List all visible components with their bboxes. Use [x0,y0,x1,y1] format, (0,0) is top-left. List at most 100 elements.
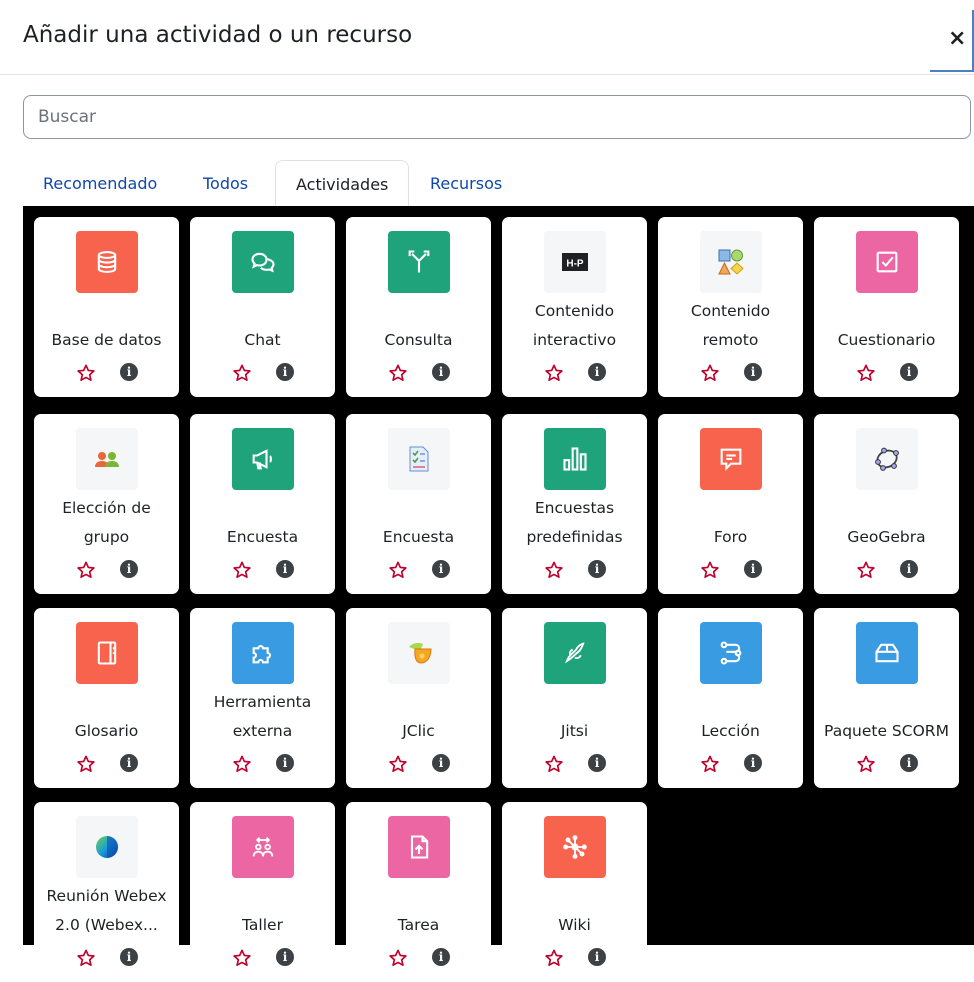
star-icon[interactable] [856,363,876,383]
activity-card[interactable]: H-P Contenido interactivo i [502,217,647,397]
info-icon[interactable]: i [432,363,450,381]
activity-card[interactable]: Elección de grupo i [34,414,179,594]
activity-card[interactable]: Wiki i [502,802,647,982]
info-icon[interactable]: i [276,560,294,578]
shapes-icon[interactable] [700,231,762,293]
star-icon[interactable] [544,754,564,774]
activity-card[interactable]: Taller i [190,802,335,982]
activity-label[interactable]: GeoGebra [818,494,955,552]
chat-icon[interactable] [232,231,294,293]
h5p-icon[interactable]: H-P [544,231,606,293]
workshop-icon[interactable] [232,816,294,878]
tab-todos[interactable]: Todos [183,160,268,206]
forum-icon[interactable] [700,428,762,490]
activity-card[interactable]: Jitsi i [502,608,647,788]
activity-label[interactable]: Foro [662,494,799,552]
activity-label[interactable]: Cuestionario [818,297,955,355]
info-icon[interactable]: i [432,560,450,578]
tab-recursos[interactable]: Recursos [410,160,522,206]
activity-label[interactable]: Consulta [350,297,487,355]
tab-recomendado[interactable]: Recomendado [23,160,177,206]
info-icon[interactable]: i [120,363,138,381]
activity-label[interactable]: Tarea [350,882,487,940]
activity-label[interactable]: Taller [194,882,331,940]
info-icon[interactable]: i [120,560,138,578]
star-icon[interactable] [856,560,876,580]
bar-chart-icon[interactable] [544,428,606,490]
close-icon[interactable]: × [948,26,966,51]
info-icon[interactable]: i [744,560,762,578]
star-icon[interactable] [232,948,252,968]
star-icon[interactable] [232,363,252,383]
star-icon[interactable] [544,948,564,968]
star-icon[interactable] [388,754,408,774]
info-icon[interactable]: i [120,754,138,772]
activity-card[interactable]: Paquete SCORM i [814,608,959,788]
choice-icon[interactable] [388,231,450,293]
glossary-icon[interactable] [76,622,138,684]
database-icon[interactable] [76,231,138,293]
puzzle-icon[interactable] [232,622,294,684]
activity-card[interactable]: GeoGebra i [814,414,959,594]
quiz-icon[interactable] [856,231,918,293]
activity-card[interactable]: Consulta i [346,217,491,397]
activity-label[interactable]: Contenido remoto [662,297,799,355]
star-icon[interactable] [232,754,252,774]
activity-card[interactable]: Glosario i [34,608,179,788]
jitsi-icon[interactable] [544,622,606,684]
star-icon[interactable] [700,560,720,580]
star-icon[interactable] [700,754,720,774]
group-choice-icon[interactable] [76,428,138,490]
activity-label[interactable]: Reunión Webex 2.0 (Webex... [38,882,175,940]
search-input[interactable] [23,95,971,139]
megaphone-icon[interactable] [232,428,294,490]
tab-actividades[interactable]: Actividades [275,160,410,206]
info-icon[interactable]: i [276,363,294,381]
info-icon[interactable]: i [276,754,294,772]
star-icon[interactable] [76,948,96,968]
activity-label[interactable]: Wiki [506,882,643,940]
activity-card[interactable]: Herramienta externa i [190,608,335,788]
info-icon[interactable]: i [744,363,762,381]
activity-card[interactable]: Contenido remoto i [658,217,803,397]
activity-card[interactable]: Encuesta i [190,414,335,594]
geogebra-icon[interactable] [856,428,918,490]
activity-label[interactable]: Encuestas predefinidas [506,494,643,552]
star-icon[interactable] [76,363,96,383]
close-button[interactable]: × [930,10,974,72]
wiki-icon[interactable] [544,816,606,878]
star-icon[interactable] [544,560,564,580]
star-icon[interactable] [76,560,96,580]
activity-label[interactable]: Jitsi [506,688,643,746]
info-icon[interactable]: i [432,754,450,772]
activity-label[interactable]: Encuesta [194,494,331,552]
info-icon[interactable]: i [900,363,918,381]
star-icon[interactable] [76,754,96,774]
activity-label[interactable]: Contenido interactivo [506,297,643,355]
star-icon[interactable] [232,560,252,580]
info-icon[interactable]: i [900,560,918,578]
webex-icon[interactable] [76,816,138,878]
activity-label[interactable]: Base de datos [38,297,175,355]
star-icon[interactable] [388,363,408,383]
info-icon[interactable]: i [120,948,138,966]
star-icon[interactable] [700,363,720,383]
info-icon[interactable]: i [744,754,762,772]
star-icon[interactable] [388,560,408,580]
activity-card[interactable]: Encuesta i [346,414,491,594]
activity-card[interactable]: Foro i [658,414,803,594]
info-icon[interactable]: i [588,560,606,578]
activity-card[interactable]: Encuestas predefinidas i [502,414,647,594]
activity-card[interactable]: Tarea i [346,802,491,982]
assignment-icon[interactable] [388,816,450,878]
activity-label[interactable]: Herramienta externa [194,688,331,746]
activity-card[interactable]: JClic i [346,608,491,788]
activity-label[interactable]: Chat [194,297,331,355]
activity-label[interactable]: JClic [350,688,487,746]
star-icon[interactable] [544,363,564,383]
scorm-icon[interactable] [856,622,918,684]
info-icon[interactable]: i [588,363,606,381]
activity-card[interactable]: Chat i [190,217,335,397]
activity-label[interactable]: Glosario [38,688,175,746]
activity-card[interactable]: Reunión Webex 2.0 (Webex... i [34,802,179,982]
